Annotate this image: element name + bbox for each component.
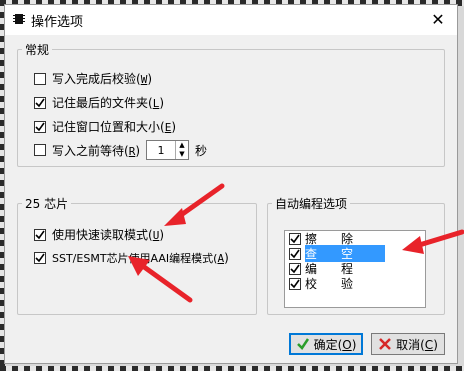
check-icon xyxy=(290,264,300,273)
fast-read-suffix: ) xyxy=(159,228,164,242)
aai-mode-checkbox[interactable] xyxy=(34,252,46,264)
auto-item-blank-check-checkbox[interactable] xyxy=(289,247,301,260)
aai-mode-label: SST/ESMT芯片使用AAI编程模式( xyxy=(52,252,218,265)
ok-suffix: ) xyxy=(351,337,357,352)
fast-read-label: 使用快速读取模式( xyxy=(52,228,153,242)
check-icon xyxy=(35,253,45,263)
auto-item-verify-checkbox[interactable] xyxy=(289,277,301,290)
check-icon xyxy=(35,122,45,131)
remember-last-folder-checkbox[interactable] xyxy=(34,96,46,109)
auto-item-verify-label: 校 验 xyxy=(305,277,354,291)
verify-after-write-checkbox[interactable] xyxy=(34,72,46,85)
title-bar[interactable]: 操作选项 ✕ xyxy=(5,5,457,35)
window-title: 操作选项 xyxy=(31,15,84,30)
general-legend: 常规 xyxy=(25,43,50,57)
check-icon xyxy=(290,279,300,288)
verify-after-write-option[interactable]: 写入完成后校验(W) xyxy=(34,70,152,87)
cancel-label: 取消( xyxy=(396,337,425,352)
fast-read-option[interactable]: 使用快速读取模式(U) xyxy=(34,226,164,243)
remember-window-position-option[interactable]: 记住窗口位置和大小(E) xyxy=(34,118,176,135)
auto-program-legend: 自动编程选项 xyxy=(275,197,348,211)
spin-up-icon[interactable]: ▲ xyxy=(176,141,188,150)
check-icon xyxy=(35,230,45,239)
remember-window-position-label: 记住窗口位置和大小( xyxy=(52,120,165,134)
check-icon xyxy=(35,98,45,107)
wait-unit-label: 秒 xyxy=(195,143,208,158)
wait-seconds-spinner[interactable]: 1 ▲ ▼ xyxy=(146,140,189,160)
ok-hotkey: O xyxy=(342,337,352,352)
cancel-suffix: ) xyxy=(433,337,438,352)
remember-last-folder-label: 记住最后的文件夹( xyxy=(52,96,153,110)
wait-before-write-checkbox[interactable] xyxy=(34,144,46,156)
general-group: 常规 写入完成后校验(W) 记住最后的文件夹(L) 记住窗口位置和大小(E) 写… xyxy=(17,41,445,167)
aai-mode-option[interactable]: SST/ESMT芯片使用AAI编程模式(A) xyxy=(34,250,229,266)
verify-after-write-suffix: ) xyxy=(147,72,152,86)
spin-down-icon[interactable]: ▼ xyxy=(176,150,188,159)
auto-item-erase[interactable]: 擦 除 xyxy=(285,231,425,246)
cancel-hotkey: C xyxy=(424,337,434,352)
auto-item-program[interactable]: 编 程 xyxy=(285,261,425,276)
check-icon xyxy=(290,249,300,258)
chip25-group: 25 芯片 使用快速读取模式(U) SST/ESMT芯片使用AAI编程模式(A) xyxy=(17,195,257,315)
auto-item-erase-checkbox[interactable] xyxy=(289,232,301,245)
remember-window-position-checkbox[interactable] xyxy=(34,120,46,133)
cancel-button[interactable]: 取消(C) xyxy=(371,333,445,355)
chip-icon xyxy=(13,14,25,24)
auto-program-group: 自动编程选项 擦 除 查 空 编 程 校 验 xyxy=(267,195,445,315)
check-icon xyxy=(290,234,300,243)
options-dialog: 操作选项 ✕ 常规 写入完成后校验(W) 记住最后的文件夹(L) 记住窗口位置和… xyxy=(4,4,458,364)
auto-program-list[interactable]: 擦 除 查 空 编 程 校 验 xyxy=(284,230,426,308)
chip25-legend: 25 芯片 xyxy=(25,197,69,211)
wait-before-write-suffix: ) xyxy=(135,143,140,158)
wait-seconds-value[interactable]: 1 xyxy=(147,144,175,157)
auto-item-program-checkbox[interactable] xyxy=(289,262,301,275)
auto-item-verify[interactable]: 校 验 xyxy=(285,276,425,291)
wait-before-write-label: 写入之前等待( xyxy=(52,143,129,158)
ok-button[interactable]: 确定(O) xyxy=(289,333,363,355)
verify-after-write-label: 写入完成后校验( xyxy=(52,72,141,86)
remember-window-position-suffix: ) xyxy=(171,120,176,134)
auto-item-blank-check[interactable]: 查 空 xyxy=(285,245,425,262)
wait-before-write-option[interactable]: 写入之前等待(R) 1 ▲ ▼ 秒 xyxy=(34,140,207,160)
remember-last-folder-suffix: ) xyxy=(159,96,164,110)
cross-icon xyxy=(379,338,391,350)
check-icon xyxy=(296,338,309,350)
background-stripe-bottom xyxy=(0,366,464,371)
aai-mode-suffix: ) xyxy=(224,251,229,265)
remember-last-folder-option[interactable]: 记住最后的文件夹(L) xyxy=(34,94,164,111)
close-icon[interactable]: ✕ xyxy=(425,7,451,33)
ok-label: 确定( xyxy=(313,337,343,352)
fast-read-checkbox[interactable] xyxy=(34,228,46,241)
